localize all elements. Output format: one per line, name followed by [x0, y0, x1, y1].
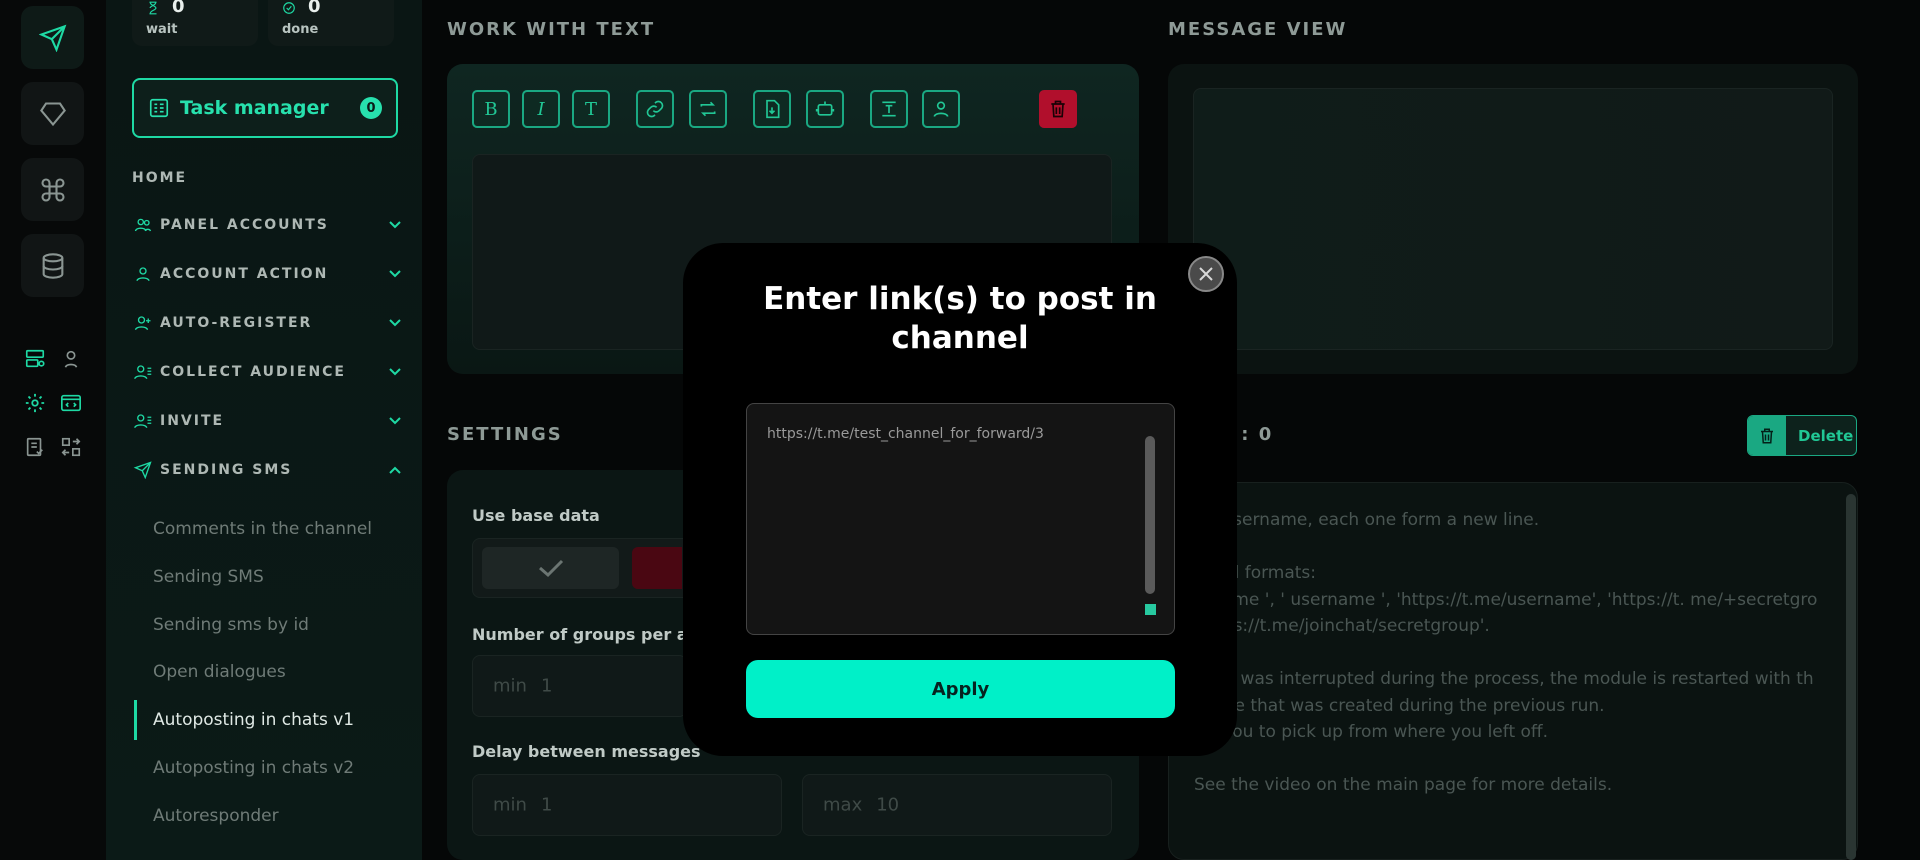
modal-title: Enter link(s) to post in channel [763, 281, 1157, 356]
links-textarea[interactable]: https://t.me/test_channel_for_forward/3 [746, 403, 1175, 635]
close-icon [1199, 267, 1213, 281]
resize-grip-icon[interactable] [1145, 604, 1156, 615]
close-modal-button[interactable] [1188, 256, 1224, 292]
textarea-scrollbar[interactable] [1145, 436, 1155, 594]
links-textarea-value: https://t.me/test_channel_for_forward/3 [767, 426, 1044, 442]
apply-button[interactable]: Apply [746, 660, 1175, 718]
